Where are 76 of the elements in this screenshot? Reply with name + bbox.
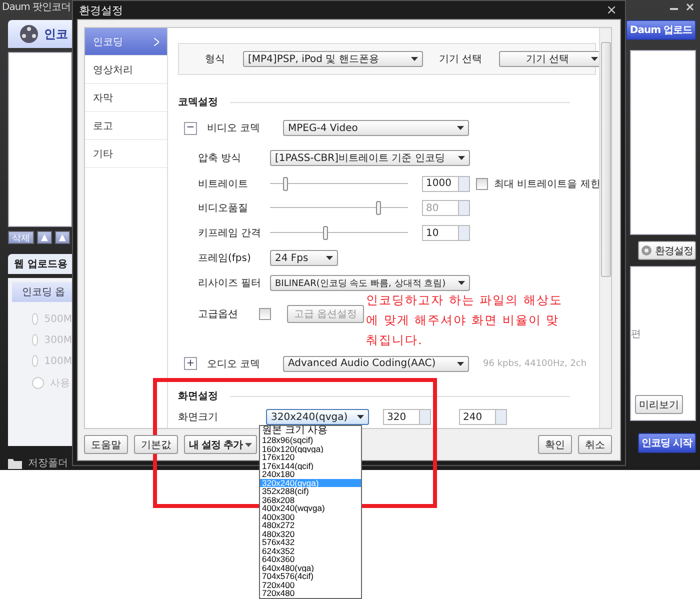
encode-tab[interactable]: 인코 — [8, 20, 72, 48]
section-heading: 코덱설정 — [178, 96, 218, 110]
field-label: 키프레임 간격 — [198, 227, 262, 240]
checkbox[interactable] — [259, 308, 271, 320]
codec-select[interactable]: MPEG-4 Video — [283, 120, 469, 136]
radio-button[interactable] — [32, 334, 38, 346]
options-header: 인코딩 옵 — [12, 282, 72, 302]
collapse-button[interactable]: − — [184, 122, 197, 135]
start-encoding-button[interactable]: 인코딩 시작 — [638, 433, 696, 453]
number-field[interactable]: 320 — [383, 409, 431, 426]
annotation-text: 인코딩하고자 하는 파일의 해상도 — [366, 293, 562, 308]
footer-button[interactable]: 취소 — [578, 435, 612, 454]
slider-thumb[interactable] — [283, 176, 288, 191]
footer-button[interactable]: 기본값 — [134, 435, 178, 454]
radio-label: 100M — [44, 356, 72, 366]
annotation-text: 춰집니다. — [366, 333, 423, 348]
number-field[interactable]: 240 — [459, 409, 507, 426]
caret-icon — [591, 56, 598, 61]
preview-button[interactable]: 미리보기 — [635, 395, 683, 414]
save-folder-label: 저장폴더 — [28, 457, 68, 470]
daum-upload-button[interactable]: Daum 업로드 — [626, 20, 696, 40]
field-label: 오디오 코덱 — [207, 358, 262, 371]
annotation-text: 에 맞게 해주셔야 화면 비율이 맞 — [366, 313, 560, 328]
radio-button[interactable] — [32, 377, 44, 389]
caret-icon — [245, 442, 252, 446]
screen-size-select[interactable]: 320x240(qvga) — [266, 409, 369, 426]
format-label: 형식 — [205, 52, 226, 66]
audio-codec-select[interactable]: Advanced Audio Coding(AAC) — [283, 356, 469, 372]
caret-icon — [457, 362, 464, 366]
audio-info: 96 kpbs, 44100Hz, 2ch — [483, 358, 587, 369]
checkbox[interactable] — [476, 178, 488, 190]
field-label: 비디오 코덱 — [207, 122, 262, 136]
field-label: 비트레이트 — [198, 178, 249, 191]
caret-icon — [357, 415, 364, 420]
footer-button[interactable]: 확인 — [538, 435, 572, 454]
close-button[interactable]: × — [606, 2, 617, 18]
resize-filter-select[interactable]: BILINEAR(인코딩 속도 빠름, 상대적 흐림) — [270, 275, 470, 292]
checkbox-label: 최대 비트레이트을 제한 — [494, 178, 602, 191]
folder-icon — [8, 458, 22, 468]
number-field[interactable]: 1000 — [422, 176, 470, 192]
field-label: 고급옵션 — [198, 308, 239, 322]
close-icon[interactable] — [686, 3, 694, 11]
radio-label: 300M — [44, 334, 72, 346]
field-label: 리사이즈 필터 — [198, 277, 262, 290]
slider-thumb[interactable] — [323, 226, 328, 240]
chevron-icon — [154, 38, 159, 46]
field-label: 비디오품질 — [198, 202, 249, 216]
dialog-title: 환경설정 — [79, 2, 123, 18]
number-field[interactable]: 10 — [422, 225, 470, 242]
scrollbar[interactable] — [599, 28, 611, 428]
radio-label: 사용 — [50, 377, 70, 390]
app-title: Daum 팟인코더 — [2, 1, 71, 14]
fps-select[interactable]: 24 Fps — [270, 250, 338, 266]
caret-icon — [458, 281, 465, 286]
settings-button[interactable]: 환경설정 — [638, 241, 696, 260]
field-label: 압축 방식 — [198, 152, 242, 165]
footer-button[interactable]: 도움말 — [84, 435, 128, 454]
upload-tab[interactable]: 웹 업로드용 — [8, 254, 72, 274]
add-setting-button[interactable]: 내 설정 추가 — [184, 435, 258, 454]
format-select[interactable]: [MP4]PSP, iPod 및 핸드폰용 — [243, 50, 423, 67]
field-label: 프레임(fps) — [198, 252, 252, 266]
radio-label: 500M — [44, 314, 72, 324]
radio-button[interactable] — [32, 355, 38, 367]
compression-select[interactable]: [1PASS-CBR]비트레이트 기준 인코딩 — [270, 150, 470, 166]
expand-button[interactable]: + — [184, 357, 197, 370]
section-heading: 화면설정 — [178, 390, 218, 404]
caret-icon — [411, 56, 418, 61]
option-text: 편 — [631, 328, 641, 341]
field-label: 화면크기 — [178, 411, 219, 424]
device-label: 기기 선택 — [439, 52, 484, 66]
film-reel-icon — [18, 24, 40, 44]
gear-icon — [641, 245, 652, 256]
caret-icon — [457, 126, 464, 130]
caret-icon — [326, 256, 333, 260]
radio-button[interactable] — [32, 313, 38, 325]
caret-icon — [458, 156, 465, 160]
